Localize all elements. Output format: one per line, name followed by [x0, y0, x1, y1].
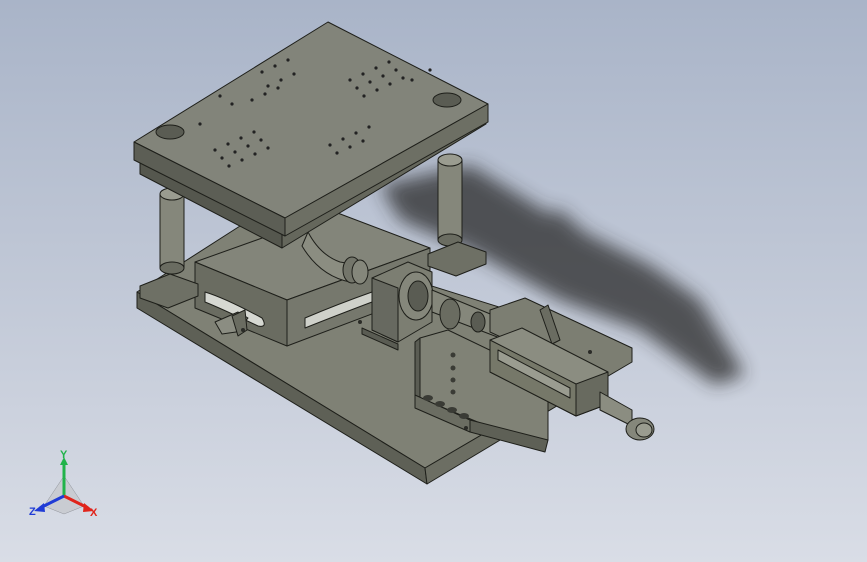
z-axis-label: Z: [29, 506, 36, 518]
piston-rod[interactable]: [599, 391, 655, 441]
x-axis-label: X: [90, 507, 98, 519]
orientation-triad[interactable]: Y X Z: [24, 448, 104, 528]
pillar-left[interactable]: [139, 187, 199, 309]
y-axis-label: Y: [60, 449, 68, 461]
3d-model-view[interactable]: [0, 0, 867, 562]
graphics-viewport[interactable]: Y X Z: [0, 0, 867, 562]
